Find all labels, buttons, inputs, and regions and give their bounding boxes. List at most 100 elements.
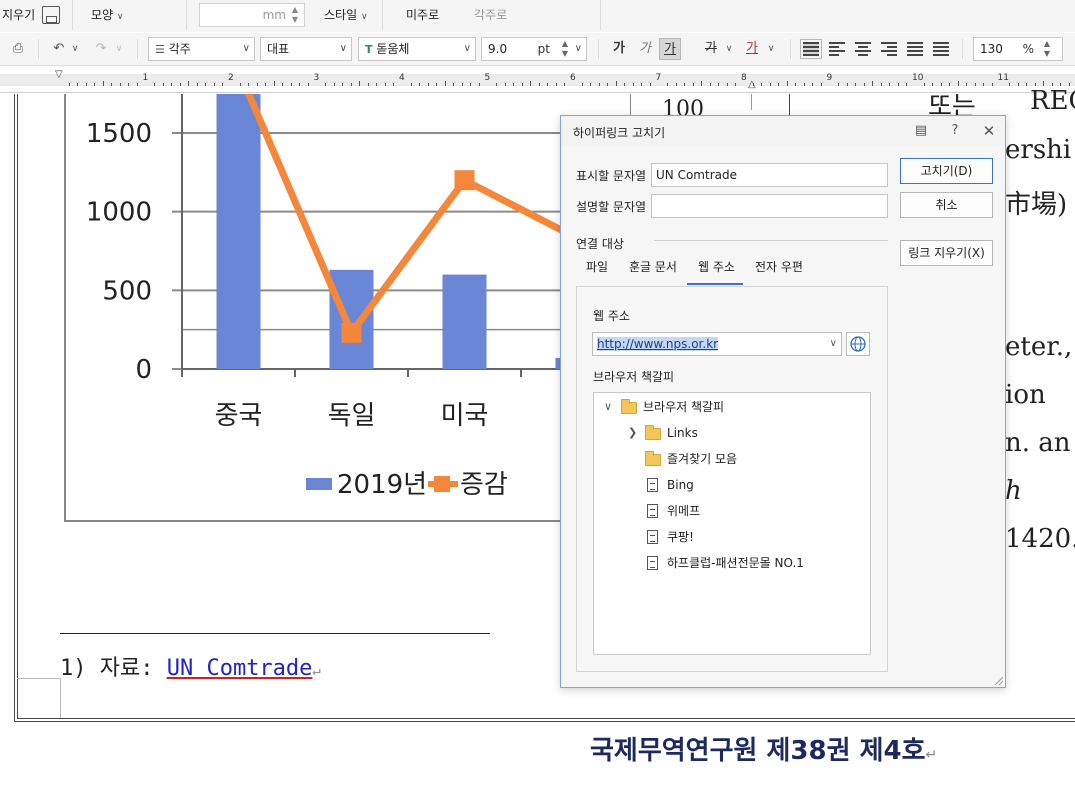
ruler-tick	[761, 83, 763, 86]
table-line	[751, 94, 752, 110]
chevron-down-icon: ∨	[242, 43, 250, 54]
page-icon	[647, 530, 658, 544]
dialog-titlebar[interactable]: 하이퍼링크 고치기 ▤ ? ✕	[561, 116, 1005, 146]
ruler-tick	[521, 83, 523, 86]
message-icon[interactable]: ▤	[913, 123, 929, 139]
redo-icon[interactable]: ↷	[92, 39, 110, 59]
resize-grip-icon[interactable]	[993, 675, 1003, 685]
zoom-unit: %	[1022, 42, 1034, 56]
ruler-tick	[684, 83, 686, 86]
close-icon[interactable]: ✕	[981, 123, 997, 139]
save-format-icon[interactable]	[42, 6, 60, 24]
apply-button[interactable]: 고치기(D)	[900, 158, 993, 184]
tree-item-wemakeprice[interactable]: 위메프	[667, 502, 700, 520]
dialog-title: 하이퍼링크 고치기	[573, 126, 666, 140]
undo-dropdown-icon[interactable]: ∨	[70, 39, 80, 59]
bold-button[interactable]: 가	[608, 38, 630, 60]
horizontal-ruler[interactable]: 1 2 3 4 5 6 7 8 9 10 11 ▽ △	[0, 67, 1075, 93]
tab-file[interactable]: 파일	[586, 258, 608, 275]
tree-item-favorites[interactable]: 즐겨찾기 모음	[667, 450, 737, 468]
chevron-down-icon[interactable]: ∨	[830, 333, 837, 355]
ribbon-style-button[interactable]: 스타일 ∨	[324, 6, 368, 23]
ruler-tick	[436, 83, 438, 86]
underline-button[interactable]: 가	[659, 38, 681, 60]
zoom-spinner[interactable]: ▲ ▼	[1044, 39, 1050, 59]
font-size-spinner[interactable]: ▲ ▼	[562, 39, 568, 59]
ribbon-to-footnote-button[interactable]: 각주로	[474, 6, 507, 23]
right-indent-handle[interactable]: △	[748, 79, 756, 90]
ribbon-clear-button[interactable]: 지우기	[2, 6, 35, 23]
page-icon	[647, 478, 658, 492]
help-icon[interactable]: ?	[947, 123, 963, 139]
chevron-down-icon[interactable]: ∨	[766, 39, 776, 59]
justify-align-icon[interactable]	[800, 39, 822, 59]
format-toolbar: ⎙ ↶ ∨ ↷ ∨ ☰ 각주 ∨ 대표 ∨ T 돋움체 ∨ 9.0 pt ▲ ▼ …	[0, 33, 1075, 66]
ruler-number: 9	[826, 73, 833, 83]
tree-item-links[interactable]: Links	[667, 424, 698, 442]
divide-align-icon[interactable]	[933, 42, 949, 56]
journal-title: 국제무역연구원 제38권 제4호↵	[590, 730, 937, 767]
bar-line-chart: 050010001500중국독일미국한2019년증감	[86, 94, 640, 500]
ruler-tick	[171, 83, 173, 86]
ribbon-to-endnote-button[interactable]: 미주로	[406, 6, 439, 23]
font-name-combo[interactable]: T 돋움체 ∨	[358, 37, 476, 61]
tab-hwp-document[interactable]: 훈글 문서	[629, 258, 677, 275]
font-size-combo[interactable]: 9.0 pt ▲ ▼ ∨	[481, 37, 587, 61]
undo-icon[interactable]: ↶	[50, 39, 68, 59]
ruler-tick	[461, 83, 463, 86]
ruler-tick	[598, 83, 600, 86]
tree-item-coupang[interactable]: 쿠팡!	[667, 528, 694, 546]
footnote: 1) 자료: UN Comtrade↵	[60, 650, 321, 682]
ruler-tick	[641, 83, 643, 86]
page-setup-icon[interactable]: ⎙	[8, 39, 28, 59]
chevron-right-icon[interactable]: ❯	[628, 426, 637, 439]
truetype-font-icon: T	[365, 43, 373, 56]
right-align-icon[interactable]	[881, 42, 897, 56]
ruler-number: 6	[570, 73, 576, 83]
url-combobox[interactable]: http://www.nps.or.kr ∨	[592, 332, 842, 356]
mm-spinner[interactable]: ▲ ▼	[289, 5, 301, 25]
browse-web-button[interactable]	[846, 332, 870, 356]
bookmark-label: 브라우저 책갈피	[593, 370, 675, 384]
font-color-button[interactable]: 가	[741, 38, 763, 60]
left-align-icon[interactable]	[829, 42, 845, 56]
style-combo[interactable]: ☰ 각주 ∨	[148, 37, 255, 61]
zoom-combo[interactable]: 130 % ▲ ▼	[973, 37, 1063, 61]
redo-dropdown-icon[interactable]: ∨	[114, 39, 124, 59]
footnote-hyperlink[interactable]: UN Comtrade	[167, 656, 313, 681]
ruler-tick	[675, 83, 677, 86]
italic-button[interactable]: 가	[634, 38, 656, 60]
ruler-number: 1	[142, 73, 149, 83]
first-line-indent-handle[interactable]: ▽	[55, 69, 63, 80]
y-tick-label: 0	[135, 355, 152, 385]
font-language-combo[interactable]: 대표 ∨	[260, 37, 352, 61]
folder-icon	[645, 425, 661, 440]
paragraph-mark: ↵	[925, 747, 938, 763]
toolbar-separator	[137, 39, 138, 59]
ruler-tick	[410, 83, 412, 86]
ruler-tick	[136, 83, 138, 86]
tree-item-bing[interactable]: Bing	[667, 476, 694, 494]
ruler-tick	[496, 83, 498, 86]
x-tick-label: 미국	[441, 401, 489, 431]
description-field[interactable]	[651, 194, 888, 218]
ruler-tick	[85, 83, 87, 86]
chevron-down-icon[interactable]: ∨	[724, 39, 734, 59]
tree-item-browser-bookmarks[interactable]: 브라우저 책갈피	[643, 398, 724, 416]
web-address-label: 웹 주소	[593, 309, 630, 323]
cursor-line	[789, 94, 790, 116]
chevron-down-icon[interactable]: ∨	[604, 400, 612, 413]
ruler-tick	[795, 83, 797, 86]
center-align-icon[interactable]	[855, 42, 871, 56]
remove-link-button[interactable]: 링크 지우기(X)	[900, 240, 993, 266]
cancel-button[interactable]: 취소	[900, 192, 993, 218]
tab-email[interactable]: 전자 우편	[755, 258, 803, 275]
display-text-field[interactable]: UN Comtrade	[651, 163, 888, 187]
tree-item-halfclub[interactable]: 하프클럽-패션전문몰 NO.1	[667, 554, 804, 572]
strikethrough-button[interactable]: 가	[700, 38, 722, 60]
group-divider	[654, 240, 888, 241]
distribute-align-icon[interactable]	[907, 42, 923, 56]
ribbon-mm-field[interactable]: mm ▲ ▼	[199, 3, 305, 27]
ribbon-shape-button[interactable]: 모양 ∨	[91, 6, 124, 23]
tab-web-address[interactable]: 웹 주소	[698, 258, 735, 275]
